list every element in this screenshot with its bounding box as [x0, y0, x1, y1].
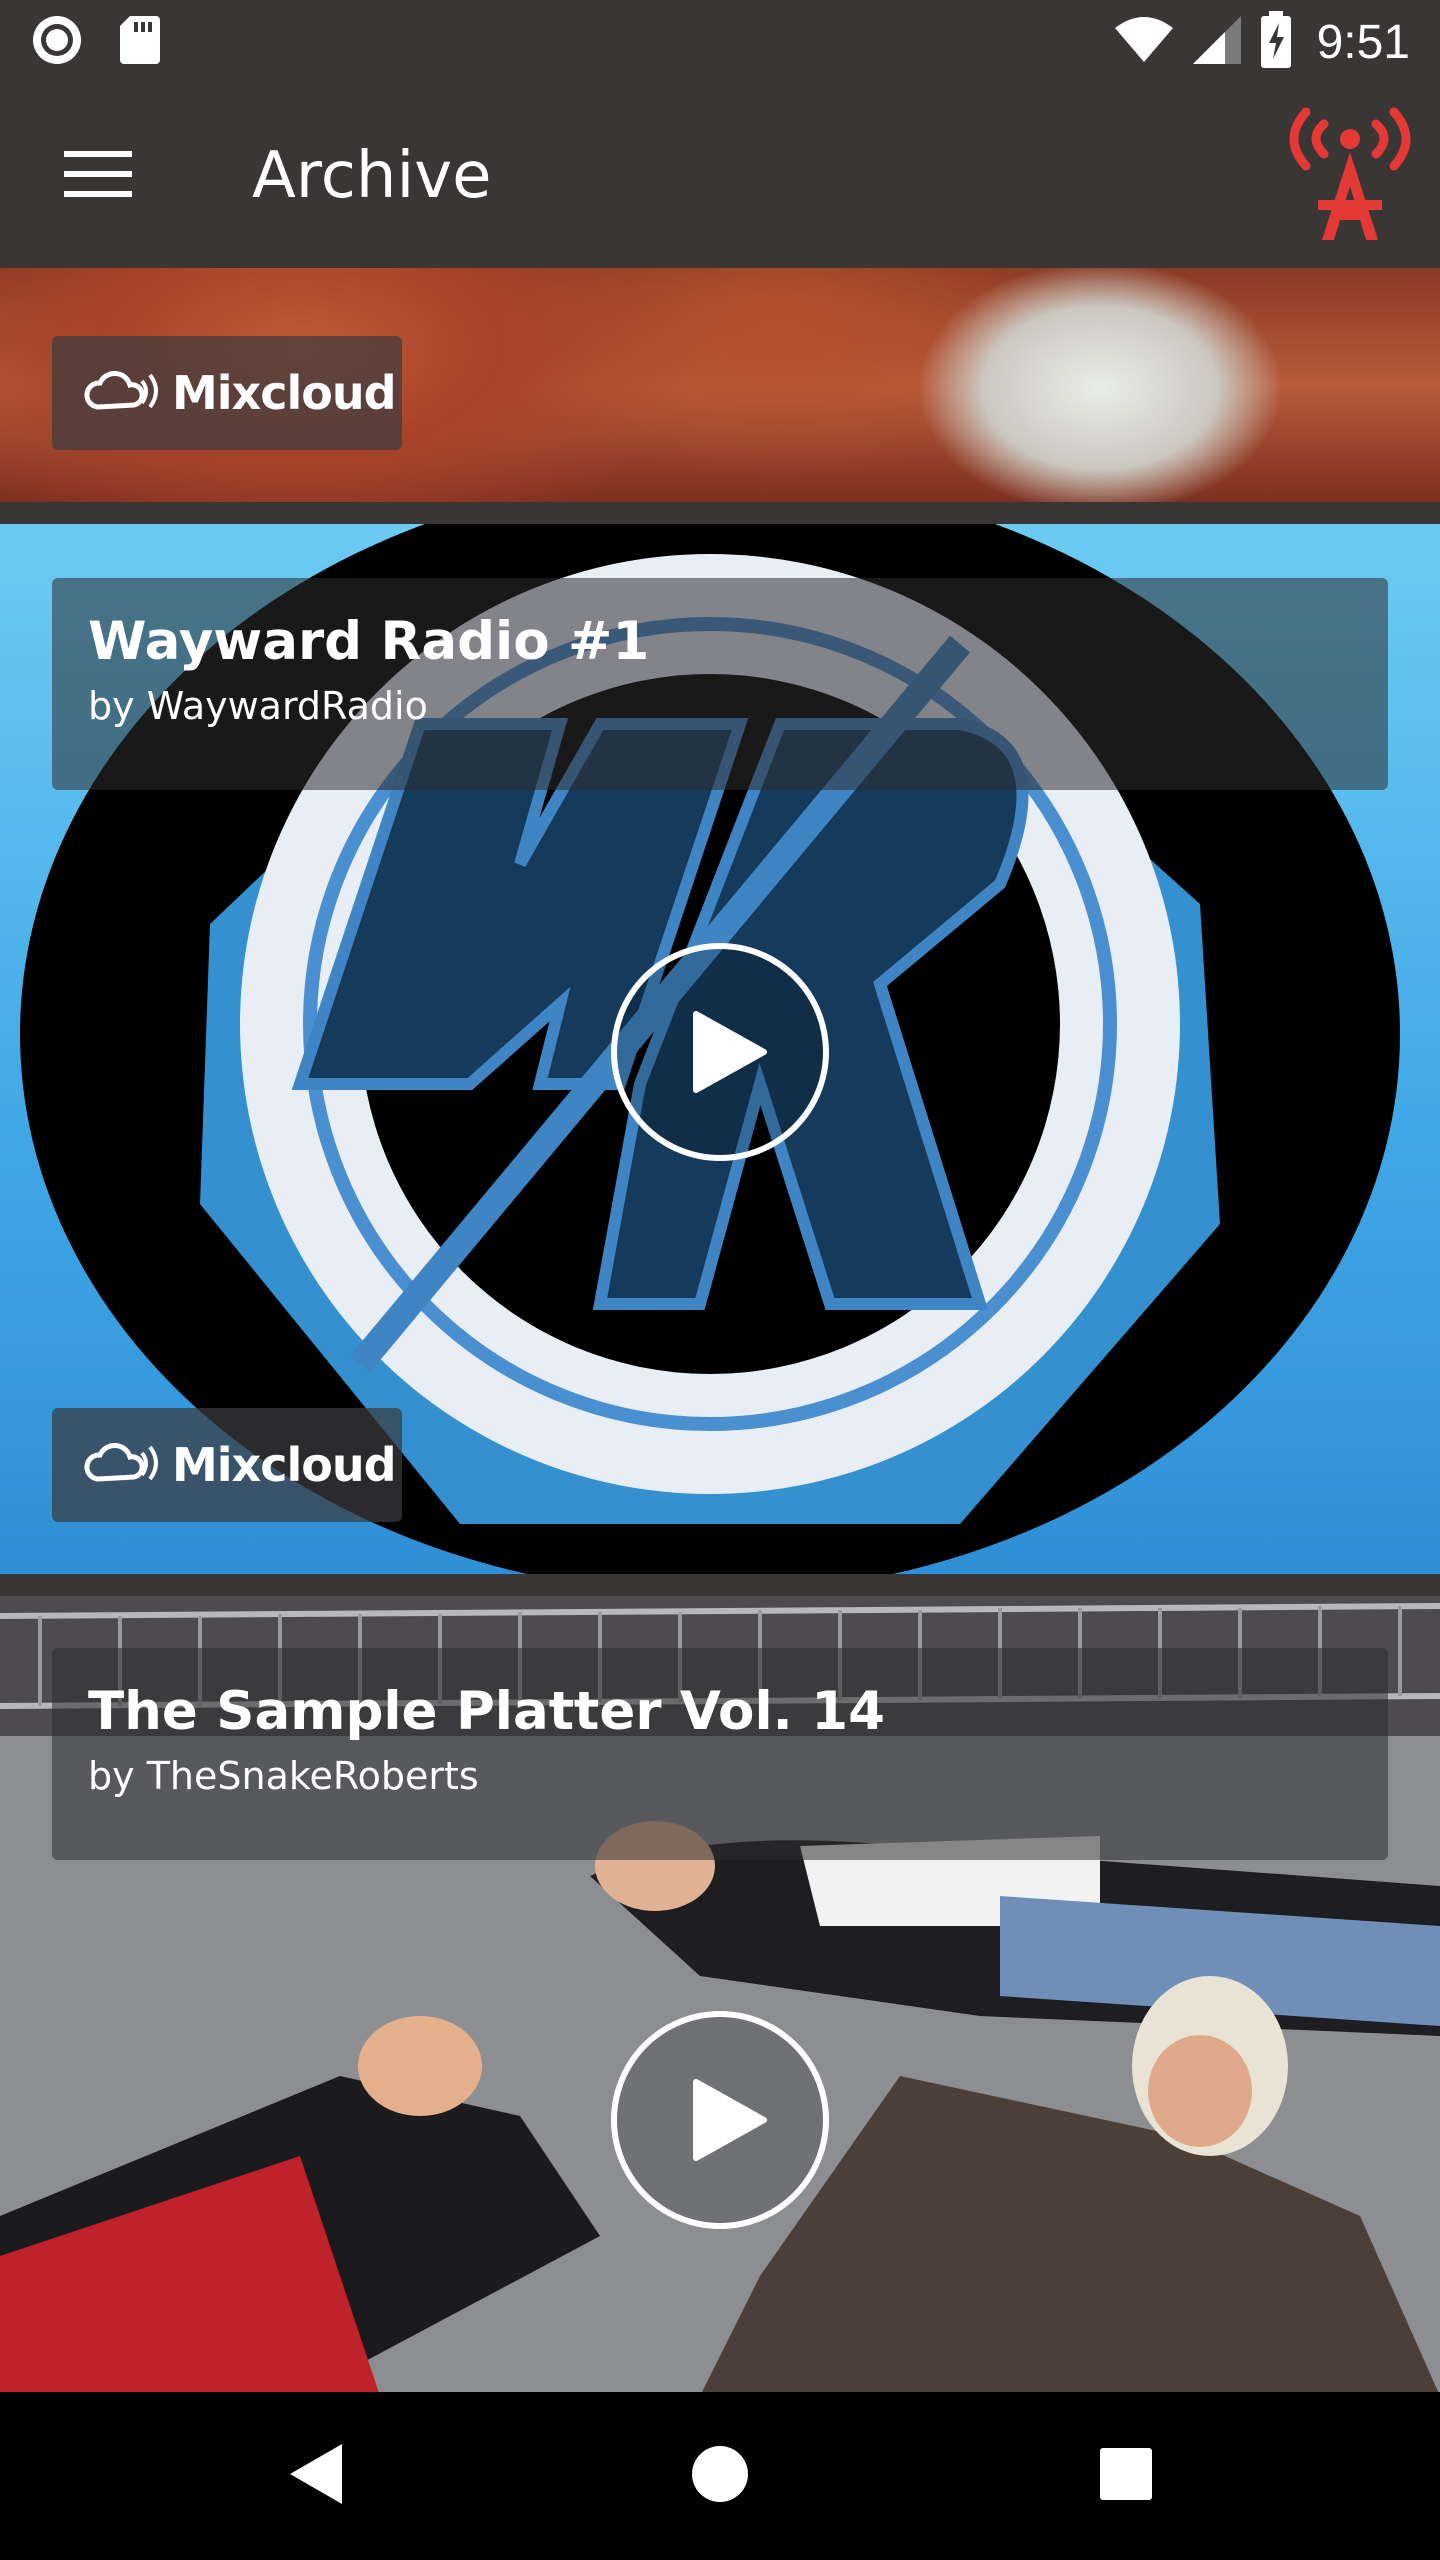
- episode-title: Wayward Radio #1: [88, 611, 650, 672]
- sd-card-icon: [118, 14, 162, 71]
- episode-info: The Sample Platter Vol. 14 by TheSnakeRo…: [52, 1648, 1388, 1860]
- episode-title: The Sample Platter Vol. 14: [88, 1681, 885, 1742]
- archive-card[interactable]: Mixcloud: [0, 268, 1440, 502]
- app-bar: Archive: [0, 84, 1440, 268]
- back-button[interactable]: [232, 2392, 400, 2560]
- episode-author: by TheSnakeRoberts: [88, 1754, 479, 1798]
- home-button[interactable]: [636, 2392, 804, 2560]
- mixcloud-badge[interactable]: Mixcloud: [52, 1408, 402, 1522]
- wifi-icon: [1113, 16, 1175, 69]
- mixcloud-icon: [84, 369, 164, 418]
- play-button[interactable]: [608, 940, 832, 1164]
- clock: 9:51: [1316, 15, 1410, 69]
- recents-square-icon: [1099, 2447, 1153, 2506]
- battery-charging-icon: [1259, 10, 1293, 74]
- status-bar: 9:51: [0, 0, 1440, 84]
- play-button[interactable]: [608, 2008, 832, 2232]
- cell-signal-icon: [1191, 14, 1243, 71]
- mixcloud-icon: [84, 1441, 164, 1490]
- play-icon: [608, 2011, 832, 2236]
- back-triangle-icon: [288, 2442, 344, 2511]
- hamburger-menu-icon: [64, 149, 132, 204]
- mixcloud-badge[interactable]: Mixcloud: [52, 336, 402, 450]
- episode-author: by WaywardRadio: [88, 684, 428, 728]
- episode-info: Wayward Radio #1 by WaywardRadio: [52, 578, 1388, 790]
- system-nav-bar: [0, 2392, 1440, 2560]
- archive-feed[interactable]: Mixcloud Wayward Radio #1 by WaywardRadi…: [0, 268, 1440, 2392]
- mixcloud-label: Mixcloud: [172, 1438, 397, 1492]
- mixcloud-label: Mixcloud: [172, 366, 397, 420]
- home-circle-icon: [691, 2445, 749, 2508]
- recents-button[interactable]: [1042, 2392, 1210, 2560]
- record-icon: [30, 13, 84, 72]
- archive-card[interactable]: The Sample Platter Vol. 14 by TheSnakeRo…: [0, 1596, 1440, 2392]
- play-icon: [608, 943, 832, 1168]
- page-title: Archive: [252, 139, 492, 213]
- archive-card[interactable]: Wayward Radio #1 by WaywardRadio Mixclou…: [0, 524, 1440, 1574]
- menu-button[interactable]: [0, 84, 200, 268]
- radio-antenna-icon: [1284, 107, 1416, 250]
- live-radio-button[interactable]: [1284, 106, 1416, 246]
